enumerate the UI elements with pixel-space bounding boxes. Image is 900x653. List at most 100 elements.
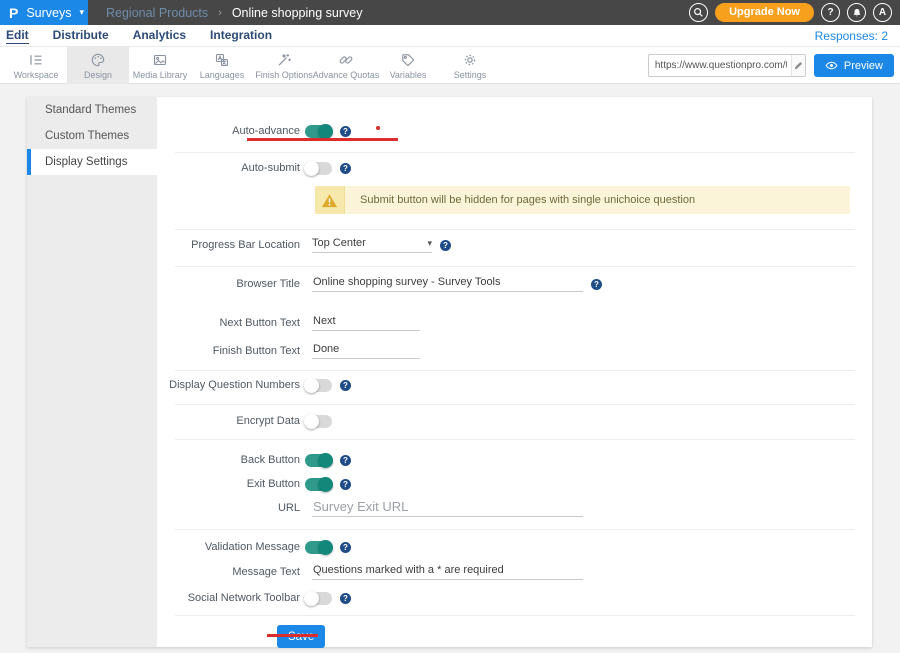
display-question-numbers-row: Display Question Numbers ? (157, 375, 872, 395)
survey-nav: Edit Distribute Analytics Integration Re… (0, 25, 900, 47)
encrypt-data-label: Encrypt Data (157, 415, 305, 427)
questionpro-app: P Surveys ▾ Regional Products › Online s… (0, 0, 900, 653)
back-button-help-icon[interactable]: ? (340, 455, 351, 466)
validation-message-toggle[interactable] (305, 541, 332, 554)
search-button[interactable] (689, 3, 708, 22)
display-question-numbers-help-icon[interactable]: ? (340, 380, 351, 391)
toolbar-item-workspace[interactable]: Workspace (5, 47, 67, 84)
toolbar-item-design[interactable]: Design (67, 47, 129, 84)
divider (175, 266, 855, 267)
chevron-down-icon: ▾ (80, 7, 85, 18)
finish-button-text-row: Finish Button Text (157, 341, 872, 361)
breadcrumb-parent[interactable]: Regional Products (106, 6, 208, 20)
exit-button-help-icon[interactable]: ? (340, 479, 351, 490)
auto-submit-row: Auto-submit ? (157, 158, 872, 178)
browser-title-row: Browser Title ? (157, 274, 872, 294)
survey-url-input[interactable] (649, 60, 791, 71)
survey-url-box (648, 54, 806, 77)
settings-icon (462, 52, 478, 68)
media-library-icon (152, 52, 168, 68)
exit-button-toggle[interactable] (305, 478, 332, 491)
auto-advance-help-icon[interactable]: ? (340, 126, 351, 137)
help-button[interactable]: ? (821, 3, 840, 22)
validation-message-row: Validation Message ? (157, 537, 872, 557)
annotation-red-dot (376, 126, 380, 130)
topbar-actions: Upgrade Now ? A (689, 3, 900, 22)
auto-submit-help-icon[interactable]: ? (340, 163, 351, 174)
preview-label: Preview (844, 60, 883, 72)
preview-button[interactable]: Preview (814, 54, 894, 77)
questionpro-logo: P (9, 6, 18, 20)
auto-submit-toggle[interactable] (305, 162, 332, 175)
top-bar: P Surveys ▾ Regional Products › Online s… (0, 0, 900, 25)
progress-bar-location-select[interactable]: Top Center ▾ (312, 237, 432, 253)
encrypt-data-toggle[interactable] (305, 415, 332, 428)
product-switcher[interactable]: P Surveys ▾ (0, 0, 88, 25)
validation-message-help-icon[interactable]: ? (340, 542, 351, 553)
message-text-row: Message Text (157, 562, 872, 582)
warning-icon-cell (315, 186, 345, 214)
progress-bar-location-value: Top Center (312, 237, 366, 249)
validation-message-label: Validation Message (157, 541, 305, 553)
auto-submit-warning: Submit button will be hidden for pages w… (315, 186, 850, 214)
next-button-text-row: Next Button Text (157, 313, 872, 333)
toolbar-item-media-library[interactable]: Media Library (129, 47, 191, 84)
annotation-underline-auto-advance (247, 138, 398, 141)
finish-button-text-input[interactable] (312, 343, 420, 359)
edit-url-button[interactable] (791, 55, 805, 76)
finish-options-icon (276, 52, 292, 68)
divider (175, 439, 855, 440)
breadcrumb: Regional Products › Online shopping surv… (106, 6, 362, 20)
exit-button-label: Exit Button (157, 478, 305, 490)
sidebar-item-display-settings[interactable]: Display Settings (27, 149, 157, 175)
search-icon (693, 7, 704, 18)
browser-title-help-icon[interactable]: ? (591, 279, 602, 290)
toolbar-item-finish-options[interactable]: Finish Options (253, 47, 315, 84)
display-settings-form: Auto-advance ? Auto-submit ? Submit but (157, 97, 872, 647)
toolbar-item-variables[interactable]: Variables (377, 47, 439, 84)
exit-button-row: Exit Button ? (157, 474, 872, 494)
upgrade-now-button[interactable]: Upgrade Now (715, 3, 814, 22)
divider (175, 529, 855, 530)
nav-tab-analytics[interactable]: Analytics (133, 28, 186, 44)
encrypt-data-row: Encrypt Data (157, 411, 872, 431)
divider (175, 370, 855, 371)
display-question-numbers-toggle[interactable] (305, 379, 332, 392)
progress-bar-help-icon[interactable]: ? (440, 240, 451, 251)
warning-triangle-icon (321, 193, 338, 208)
nav-items: Edit Distribute Analytics Integration (0, 28, 272, 44)
responses-badge[interactable]: Responses: 2 (815, 29, 888, 43)
auto-submit-label: Auto-submit (157, 162, 305, 174)
avatar[interactable]: A (873, 3, 892, 22)
divider (175, 404, 855, 405)
variables-icon (400, 52, 416, 68)
social-network-toolbar-toggle[interactable] (305, 592, 332, 605)
sidebar-item-custom-themes[interactable]: Custom Themes (27, 123, 157, 149)
nav-tab-edit[interactable]: Edit (6, 28, 29, 44)
bell-icon (852, 8, 862, 18)
eye-icon (825, 61, 838, 70)
divider (175, 152, 855, 153)
page-title: Online shopping survey (232, 6, 363, 20)
advance-quotas-icon (338, 52, 354, 68)
workspace-icon (28, 52, 44, 68)
message-text-label: Message Text (157, 566, 305, 578)
auto-advance-toggle[interactable] (305, 125, 332, 138)
nav-tab-integration[interactable]: Integration (210, 28, 272, 44)
toolbar-item-advance-quotas[interactable]: Advance Quotas (315, 47, 377, 84)
nav-tab-distribute[interactable]: Distribute (53, 28, 109, 44)
exit-url-input[interactable] (312, 499, 583, 517)
annotation-underline-save (267, 634, 318, 637)
notifications-button[interactable] (847, 3, 866, 22)
back-button-row: Back Button ? (157, 450, 872, 470)
finish-button-text-label: Finish Button Text (157, 345, 305, 357)
warning-message: Submit button will be hidden for pages w… (345, 186, 695, 214)
back-button-toggle[interactable] (305, 454, 332, 467)
toolbar-item-settings[interactable]: Settings (439, 47, 501, 84)
sidebar-item-standard-themes[interactable]: Standard Themes (27, 97, 157, 123)
next-button-text-input[interactable] (312, 315, 420, 331)
message-text-input[interactable] (312, 564, 583, 580)
toolbar-item-languages[interactable]: Languages (191, 47, 253, 84)
social-network-toolbar-help-icon[interactable]: ? (340, 593, 351, 604)
browser-title-input[interactable] (312, 276, 583, 292)
